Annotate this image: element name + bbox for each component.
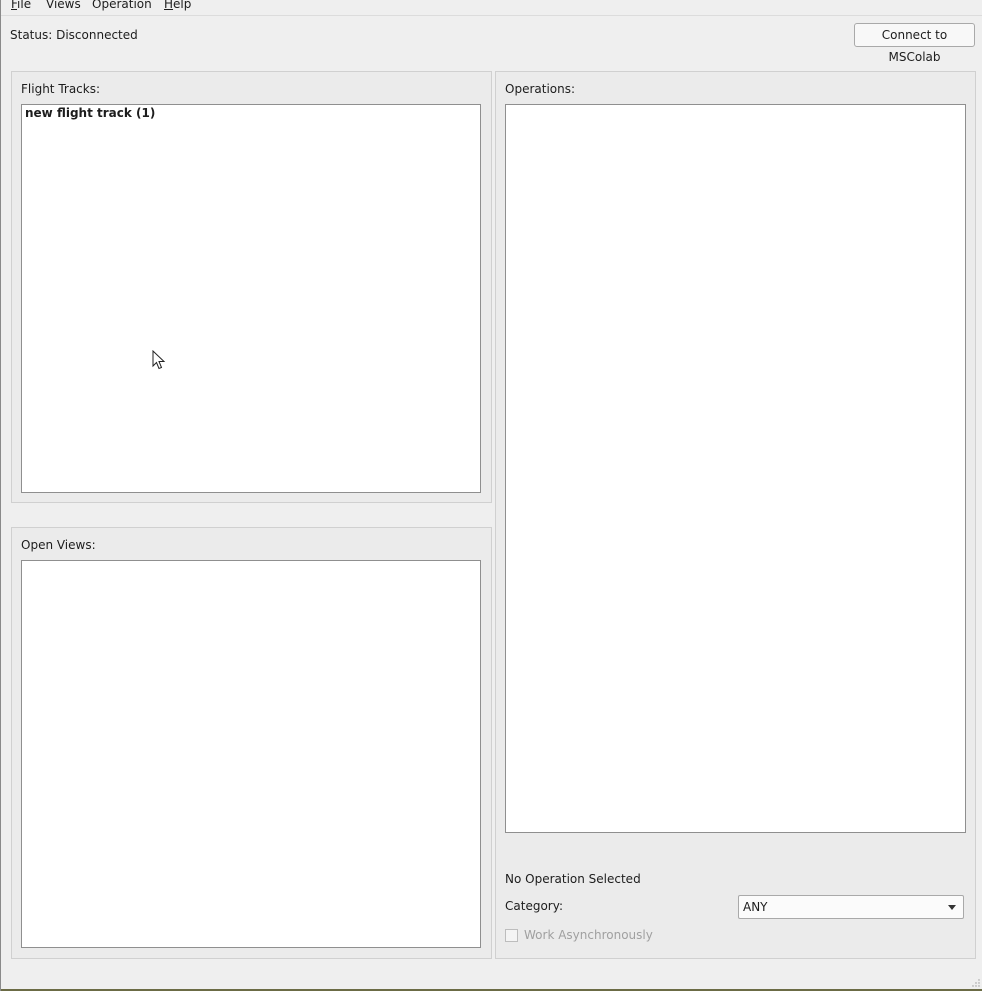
category-select-value: ANY (743, 900, 768, 914)
chevron-down-icon (948, 905, 956, 910)
category-label: Category: (505, 899, 563, 913)
work-async-checkbox[interactable] (505, 929, 518, 942)
flight-tracks-label: Flight Tracks: (21, 82, 101, 96)
open-views-list[interactable] (21, 560, 481, 948)
work-async-label: Work Asynchronously (524, 928, 653, 942)
connection-status: Status: Disconnected (10, 28, 138, 42)
category-select[interactable]: ANY (738, 895, 964, 919)
main-window: File Views Operation Help Status: Discon… (0, 0, 982, 991)
menu-views[interactable]: Views (46, 0, 81, 11)
mouse-pointer-icon (152, 350, 166, 370)
flight-tracks-group: Flight Tracks: new flight track (1) (11, 71, 492, 503)
selected-operation-text: No Operation Selected (505, 872, 641, 886)
menu-operation[interactable]: Operation (92, 0, 152, 11)
menu-file[interactable]: File (11, 0, 31, 11)
menu-views-label: Views (46, 0, 81, 11)
menu-help-mnemonic: H (164, 0, 174, 11)
menu-bar: File Views Operation Help (1, 0, 982, 16)
flight-tracks-list[interactable]: new flight track (1) (21, 104, 481, 493)
operations-list[interactable] (505, 104, 966, 833)
open-views-label: Open Views: (21, 538, 96, 552)
menu-operation-label: Operation (92, 0, 152, 11)
menu-help[interactable]: Help (164, 0, 191, 11)
resize-grip-icon[interactable] (972, 979, 980, 987)
menu-help-label: elp (173, 0, 192, 11)
list-item[interactable]: new flight track (1) (25, 106, 155, 120)
connect-to-mscolab-button[interactable]: Connect to MSColab (854, 23, 975, 64)
operations-label: Operations: (505, 82, 576, 96)
open-views-group: Open Views: (11, 527, 492, 959)
menu-file-label: ile (17, 0, 32, 11)
operations-group: Operations: No Operation Selected Catego… (495, 71, 976, 959)
